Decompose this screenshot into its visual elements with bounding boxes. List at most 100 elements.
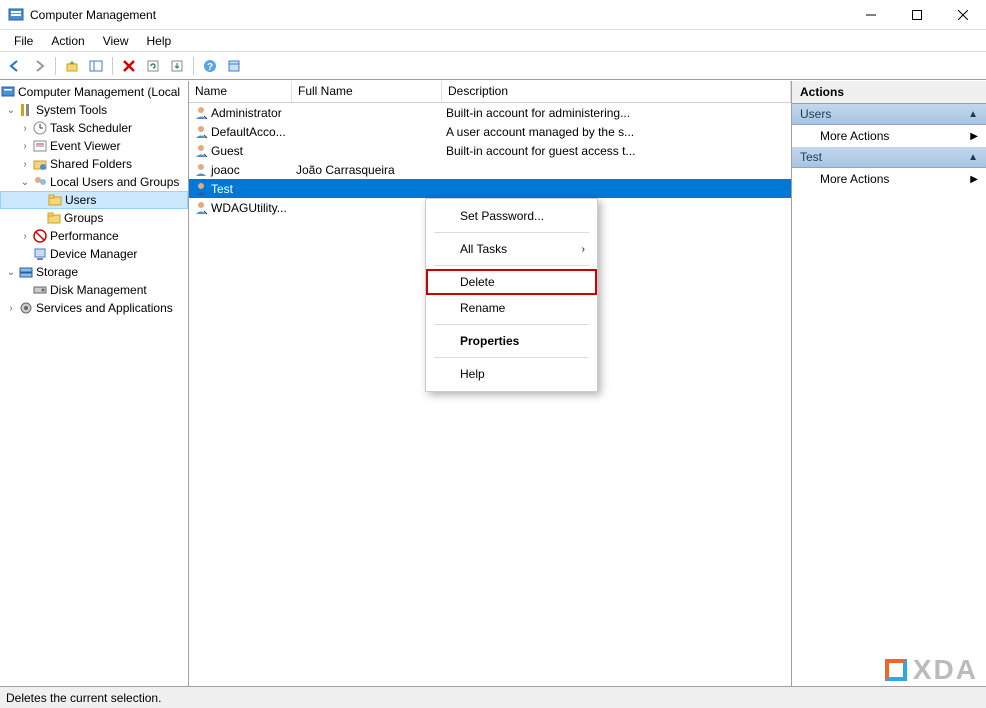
show-hide-button[interactable] xyxy=(85,55,107,77)
properties-button[interactable] xyxy=(223,55,245,77)
user-icon xyxy=(193,200,209,216)
ctx-rename[interactable]: Rename xyxy=(426,295,597,321)
menu-action[interactable]: Action xyxy=(43,32,92,50)
collapse-icon[interactable]: ⌄ xyxy=(18,177,32,188)
folder-icon xyxy=(46,210,62,226)
maximize-button[interactable] xyxy=(894,0,940,29)
svg-text:?: ? xyxy=(207,62,213,73)
collapse-icon[interactable]: ⌄ xyxy=(4,105,18,116)
toolbar: ? xyxy=(0,52,986,80)
tree-performance[interactable]: › Performance xyxy=(0,227,188,245)
list-row[interactable]: Guest Built-in account for guest access … xyxy=(189,141,791,160)
cell-name: Test xyxy=(211,182,233,196)
cell-name: joaoc xyxy=(211,163,240,177)
tree-root[interactable]: Computer Management (Local xyxy=(0,83,188,101)
list-header: Name Full Name Description xyxy=(189,81,791,103)
menubar: File Action View Help xyxy=(0,30,986,52)
ctx-properties[interactable]: Properties xyxy=(426,328,597,354)
help-button[interactable]: ? xyxy=(199,55,221,77)
tree-users[interactable]: Users xyxy=(0,191,188,209)
shared-folders-icon xyxy=(32,156,48,172)
list-row[interactable]: joaoc João Carrasqueira xyxy=(189,160,791,179)
ctx-delete[interactable]: Delete xyxy=(426,269,597,295)
actions-more-users[interactable]: More Actions ▶ xyxy=(792,125,986,147)
menu-help[interactable]: Help xyxy=(139,32,180,50)
ctx-label: Delete xyxy=(460,275,495,289)
ctx-separator xyxy=(434,232,589,233)
tree-label: Event Viewer xyxy=(50,139,120,153)
user-icon xyxy=(193,162,209,178)
item-label: More Actions xyxy=(820,129,889,143)
collapse-icon[interactable]: ⌄ xyxy=(4,267,18,278)
minimize-button[interactable] xyxy=(848,0,894,29)
tree-task-scheduler[interactable]: › Task Scheduler xyxy=(0,119,188,137)
list-row-selected[interactable]: Test xyxy=(189,179,791,198)
list-row[interactable]: Administrator Built-in account for admin… xyxy=(189,103,791,122)
expand-icon[interactable]: › xyxy=(18,231,32,242)
tree-label: Device Manager xyxy=(50,247,137,261)
list-row[interactable]: DefaultAcco... A user account managed by… xyxy=(189,122,791,141)
ctx-help[interactable]: Help xyxy=(426,361,597,387)
tree-disk-management[interactable]: Disk Management xyxy=(0,281,188,299)
menu-file[interactable]: File xyxy=(6,32,41,50)
back-button[interactable] xyxy=(4,55,26,77)
window-controls xyxy=(848,0,986,29)
col-description[interactable]: Description xyxy=(442,81,791,102)
refresh-button[interactable] xyxy=(142,55,164,77)
forward-button[interactable] xyxy=(28,55,50,77)
ctx-all-tasks[interactable]: All Tasks › xyxy=(426,236,597,262)
expand-icon[interactable]: › xyxy=(4,303,18,314)
ctx-label: Properties xyxy=(460,334,519,348)
tree-label: Shared Folders xyxy=(50,157,132,171)
user-icon xyxy=(193,143,209,159)
user-icon xyxy=(193,124,209,140)
tree-local-users[interactable]: ⌄ Local Users and Groups xyxy=(0,173,188,191)
actions-section-test[interactable]: Test ▲ xyxy=(792,147,986,168)
cell-description: Built-in account for administering... xyxy=(442,106,791,120)
actions-section-users[interactable]: Users ▲ xyxy=(792,104,986,125)
toolbar-separator xyxy=(55,57,56,75)
system-tools-icon xyxy=(18,102,34,118)
delete-button[interactable] xyxy=(118,55,140,77)
submenu-icon: › xyxy=(582,244,585,255)
menu-view[interactable]: View xyxy=(95,32,137,50)
tree-label: Local Users and Groups xyxy=(50,175,179,189)
ctx-separator xyxy=(434,357,589,358)
expand-icon[interactable]: › xyxy=(18,141,32,152)
tree-storage[interactable]: ⌄ Storage xyxy=(0,263,188,281)
computer-mgmt-icon xyxy=(0,84,16,100)
tree-device-manager[interactable]: Device Manager xyxy=(0,245,188,263)
window-title: Computer Management xyxy=(30,8,848,22)
ctx-label: All Tasks xyxy=(460,242,507,256)
up-button[interactable] xyxy=(61,55,83,77)
collapse-icon: ▲ xyxy=(968,109,978,120)
expand-icon[interactable]: › xyxy=(18,159,32,170)
ctx-label: Rename xyxy=(460,301,505,315)
ctx-label: Help xyxy=(460,367,485,381)
tree-event-viewer[interactable]: › Event Viewer xyxy=(0,137,188,155)
cell-description: Built-in account for guest access t... xyxy=(442,144,791,158)
collapse-icon: ▲ xyxy=(968,152,978,163)
section-label: Test xyxy=(800,150,822,164)
actions-more-test[interactable]: More Actions ▶ xyxy=(792,168,986,190)
submenu-icon: ▶ xyxy=(970,174,978,185)
tree-system-tools[interactable]: ⌄ System Tools xyxy=(0,101,188,119)
ctx-set-password[interactable]: Set Password... xyxy=(426,203,597,229)
status-text: Deletes the current selection. xyxy=(6,691,161,705)
list-body: Administrator Built-in account for admin… xyxy=(189,103,791,686)
cell-name: Administrator xyxy=(211,106,282,120)
export-button[interactable] xyxy=(166,55,188,77)
device-manager-icon xyxy=(32,246,48,262)
tree-services-apps[interactable]: › Services and Applications xyxy=(0,299,188,317)
close-button[interactable] xyxy=(940,0,986,29)
ctx-label: Set Password... xyxy=(460,209,544,223)
actions-pane: Actions Users ▲ More Actions ▶ Test ▲ Mo… xyxy=(792,81,986,686)
ctx-separator xyxy=(434,324,589,325)
col-fullname[interactable]: Full Name xyxy=(292,81,442,102)
tree-label: Users xyxy=(65,193,96,207)
expand-icon[interactable]: › xyxy=(18,123,32,134)
col-name[interactable]: Name xyxy=(189,81,292,102)
tree-shared-folders[interactable]: › Shared Folders xyxy=(0,155,188,173)
tree-groups[interactable]: Groups xyxy=(0,209,188,227)
cell-fullname: João Carrasqueira xyxy=(292,163,442,177)
